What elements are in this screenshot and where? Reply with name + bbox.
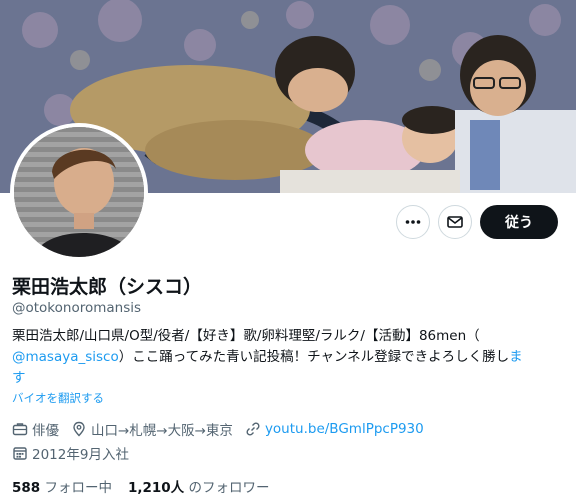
- followers-label: のフォロワー: [188, 480, 270, 496]
- follow-stats: 588 フォロー中 1,210人 のフォロワー: [12, 476, 269, 496]
- profile-actions: 従う: [396, 205, 558, 239]
- translate-bio-link[interactable]: バイオを翻訳する: [12, 390, 104, 406]
- follow-button[interactable]: 従う: [480, 205, 558, 239]
- bio-text-2: ）ここ踊ってみた青い記投稿！チャンネル登録できよろしく勝し: [118, 349, 510, 365]
- profile-joined: 2012年9月入社: [12, 443, 129, 463]
- profile-location: 山口→札幌→大阪→東京: [71, 419, 233, 439]
- following-count: 588: [12, 480, 41, 496]
- user-handle: @otokonoromansis: [12, 300, 142, 316]
- location-pin-icon: [73, 421, 85, 437]
- joined-label: 2012年9月入社: [32, 447, 129, 463]
- followers-stat[interactable]: 1,210人 のフォロワー: [128, 476, 270, 496]
- bio-tail-link[interactable]: ま: [509, 349, 523, 365]
- avatar[interactable]: [10, 123, 148, 261]
- following-stat[interactable]: 588 フォロー中: [12, 476, 112, 496]
- website-link[interactable]: youtu.be/BGmlPpcP930: [265, 421, 424, 437]
- display-name: 栗田浩太郎（シスコ）: [12, 276, 203, 298]
- avatar-photo: [14, 127, 144, 257]
- followers-count: 1,210人: [127, 480, 185, 496]
- more-icon: [405, 220, 421, 224]
- envelope-icon: [447, 216, 463, 228]
- location-label: 山口→札幌→大阪→東京: [91, 423, 233, 439]
- profile-category: 俳優: [12, 419, 59, 439]
- profile-meta: 俳優 山口→札幌→大阪→東京 youtu.be/BGmlPpcP930: [12, 419, 436, 439]
- briefcase-icon: [12, 423, 28, 436]
- bio-text: 栗田浩太郎/山口県/O型/役者/【好き】歌/卵料理堅/ラルク/【活動】86men…: [12, 328, 480, 344]
- message-button[interactable]: [438, 205, 472, 239]
- following-label: フォロー中: [44, 480, 112, 496]
- more-button[interactable]: [396, 205, 430, 239]
- profile-joined-row: 2012年9月入社: [12, 443, 141, 463]
- bio-mention-link[interactable]: @masaya_sisco: [12, 349, 119, 365]
- bio: 栗田浩太郎/山口県/O型/役者/【好き】歌/卵料理堅/ラルク/【活動】86men…: [12, 326, 568, 389]
- bio-tail-link-2[interactable]: す: [12, 370, 26, 386]
- profile-website[interactable]: youtu.be/BGmlPpcP930: [245, 421, 424, 437]
- category-label: 俳優: [32, 423, 59, 439]
- calendar-icon: [13, 447, 27, 460]
- link-icon: [246, 422, 260, 436]
